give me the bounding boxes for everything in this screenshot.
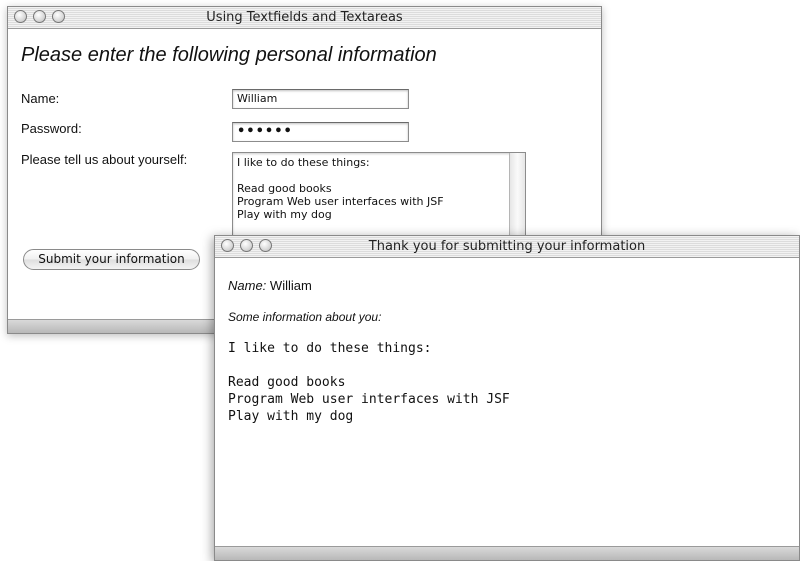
result-name-line: Name: William [228,278,312,293]
name-label: Name: [21,91,60,106]
form-window-title: Using Textfields and Textareas [206,10,403,25]
about-textarea[interactable]: I like to do these things: Read good boo… [232,152,526,242]
about-textarea-content[interactable]: I like to do these things: Read good boo… [237,156,507,221]
submit-button[interactable]: Submit your information [23,249,200,270]
result-window-titlebar[interactable]: Thank you for submitting your informatio… [215,236,799,258]
result-window: Thank you for submitting your informatio… [214,235,800,561]
result-name-label: Name: [228,278,267,293]
password-label: Password: [21,121,82,136]
password-input[interactable]: •••••• [232,122,409,142]
result-window-title: Thank you for submitting your informatio… [368,239,646,254]
form-window-titlebar[interactable]: Using Textfields and Textareas [8,7,601,29]
page-heading: Please enter the following personal info… [21,44,437,66]
result-info-label: Some information about you: [228,310,382,324]
about-label: Please tell us about yourself: [21,152,188,167]
result-name-value: William [269,278,312,293]
result-info-text: I like to do these things: Read good boo… [228,341,510,424]
textarea-scrollbar[interactable] [509,153,525,241]
name-input[interactable]: William [232,89,409,109]
result-window-statusbar [215,546,799,560]
